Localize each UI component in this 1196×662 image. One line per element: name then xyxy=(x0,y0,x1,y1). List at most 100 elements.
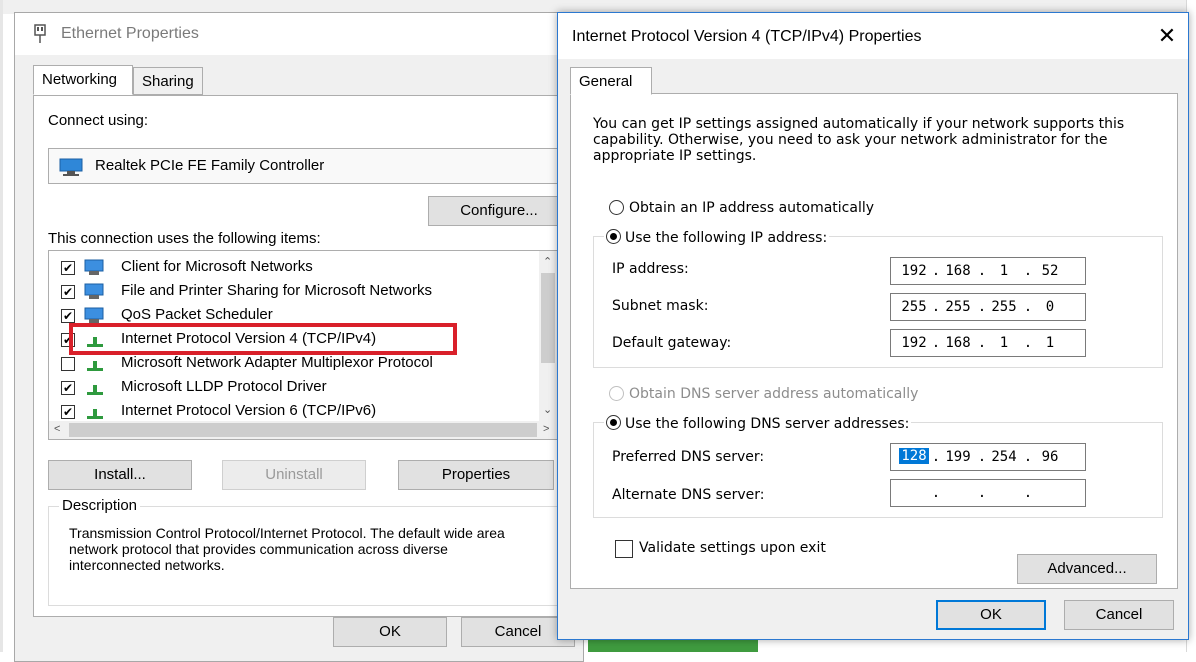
validate-checkbox[interactable] xyxy=(615,540,633,558)
network-client-icon xyxy=(84,259,104,275)
item-checkbox[interactable]: ✔ xyxy=(61,309,75,323)
ip-octet[interactable]: 1 xyxy=(987,263,1021,279)
cancel-button[interactable]: Cancel xyxy=(1064,600,1174,630)
protocol-icon xyxy=(87,385,103,395)
title-bar: Internet Protocol Version 4 (TCP/IPv4) P… xyxy=(558,13,1188,59)
ok-button[interactable]: OK xyxy=(333,617,447,647)
alternate-dns-field[interactable]: . . . xyxy=(890,479,1086,507)
horizontal-scrollbar[interactable]: < > xyxy=(49,421,557,439)
scroll-up-icon[interactable]: ⌃ xyxy=(543,255,552,268)
protocol-icon xyxy=(87,409,103,419)
item-label: Internet Protocol Version 6 (TCP/IPv6) xyxy=(121,402,377,419)
window-title: Internet Protocol Version 4 (TCP/IPv4) P… xyxy=(572,28,922,45)
octet-dot: . xyxy=(1023,485,1033,501)
close-icon[interactable]: ✕ xyxy=(1154,23,1180,49)
description-group: Description Transmission Control Protoco… xyxy=(48,497,558,606)
ethernet-plug-icon xyxy=(34,24,46,43)
window-title: Ethernet Properties xyxy=(61,25,199,42)
list-item[interactable]: ✔ File and Printer Sharing for Microsoft… xyxy=(61,281,531,303)
item-checkbox[interactable]: ✔ xyxy=(61,405,75,419)
obtain-dns-auto-radio[interactable] xyxy=(609,386,624,401)
ip-octet[interactable]: 52 xyxy=(1033,263,1067,279)
advanced-button[interactable]: Advanced... xyxy=(1017,554,1157,584)
list-item[interactable]: ✔ Microsoft LLDP Protocol Driver xyxy=(61,377,531,399)
octet-dot: . xyxy=(931,299,941,315)
dns-octet[interactable]: 96 xyxy=(1033,449,1067,465)
list-item[interactable]: ✔ Client for Microsoft Networks xyxy=(61,257,531,279)
preferred-dns-field[interactable]: 128. 199. 254. 96 xyxy=(890,443,1086,471)
obtain-ip-auto-radio[interactable] xyxy=(609,200,624,215)
vertical-scrollbar[interactable]: ⌃ ⌄ xyxy=(539,251,557,423)
octet-dot: . xyxy=(1023,263,1033,279)
scroll-down-icon[interactable]: ⌄ xyxy=(543,403,552,416)
install-button[interactable]: Install... xyxy=(48,460,192,490)
scrollbar-thumb[interactable] xyxy=(69,423,537,437)
subnet-octet[interactable]: 255 xyxy=(897,299,931,315)
obtain-dns-auto-label[interactable]: Obtain DNS server address automatically xyxy=(629,386,918,402)
file-sharing-icon xyxy=(84,283,104,299)
subnet-octet[interactable]: 255 xyxy=(941,299,975,315)
item-label: Client for Microsoft Networks xyxy=(121,258,313,275)
subnet-mask-field[interactable]: 255. 255. 255. 0 xyxy=(890,293,1086,321)
ip-address-field[interactable]: 192. 168. 1. 52 xyxy=(890,257,1086,285)
item-checkbox[interactable] xyxy=(61,357,75,371)
octet-dot: . xyxy=(931,263,941,279)
ip-octet[interactable]: 192 xyxy=(897,263,931,279)
networking-panel: Connect using: Realtek PCIe FE Family Co… xyxy=(33,95,577,617)
use-following-ip-legend: Use the following IP address: xyxy=(604,227,830,246)
gateway-octet[interactable]: 1 xyxy=(1033,335,1067,351)
list-item[interactable]: ✔ Internet Protocol Version 6 (TCP/IPv6) xyxy=(61,401,531,423)
ok-button[interactable]: OK xyxy=(936,600,1046,630)
octet-dot: . xyxy=(977,335,987,351)
scroll-left-icon[interactable]: < xyxy=(54,423,60,435)
octet-dot: . xyxy=(977,299,987,315)
use-following-ip-label[interactable]: Use the following IP address: xyxy=(625,230,827,246)
description-text: Transmission Control Protocol/Internet P… xyxy=(69,525,505,573)
use-following-dns-label[interactable]: Use the following DNS server addresses: xyxy=(625,416,909,432)
background-edge xyxy=(0,0,3,652)
configure-button[interactable]: Configure... xyxy=(428,196,570,226)
gateway-octet[interactable]: 168 xyxy=(941,335,975,351)
item-checkbox[interactable]: ✔ xyxy=(61,381,75,395)
title-bar: Ethernet Properties xyxy=(15,13,583,55)
scrollbar-thumb[interactable] xyxy=(541,273,555,363)
background-taskbar-fragment xyxy=(588,640,758,652)
obtain-ip-auto-label[interactable]: Obtain an IP address automatically xyxy=(629,200,874,216)
components-list[interactable]: ✔ Client for Microsoft Networks ✔ File a… xyxy=(48,250,558,440)
default-gateway-field[interactable]: 192. 168. 1. 1 xyxy=(890,329,1086,357)
subnet-octet[interactable]: 255 xyxy=(987,299,1021,315)
tab-general[interactable]: General xyxy=(570,67,652,95)
list-item[interactable]: Microsoft Network Adapter Multiplexor Pr… xyxy=(61,353,531,375)
general-panel: You can get IP settings assigned automat… xyxy=(570,93,1178,589)
item-checkbox[interactable]: ✔ xyxy=(61,285,75,299)
dns-octet[interactable]: 254 xyxy=(987,449,1021,465)
default-gateway-label: Default gateway: xyxy=(612,335,732,351)
octet-dot: . xyxy=(977,263,987,279)
scroll-right-icon[interactable]: > xyxy=(543,423,549,435)
gateway-octet[interactable]: 1 xyxy=(987,335,1021,351)
dns-group: Use the following DNS server addresses: … xyxy=(593,413,1163,518)
octet-dot: . xyxy=(931,449,941,465)
properties-button[interactable]: Properties xyxy=(398,460,554,490)
use-following-ip-radio[interactable] xyxy=(606,229,621,244)
octet-dot: . xyxy=(977,449,987,465)
items-label: This connection uses the following items… xyxy=(48,230,321,247)
octet-dot: . xyxy=(977,485,987,501)
subnet-octet[interactable]: 0 xyxy=(1033,299,1067,315)
tab-sharing[interactable]: Sharing xyxy=(133,67,203,95)
dns-octet-selected[interactable]: 128 xyxy=(899,448,929,464)
uninstall-button[interactable]: Uninstall xyxy=(222,460,366,490)
item-label: QoS Packet Scheduler xyxy=(121,306,273,323)
dns-octet[interactable]: 199 xyxy=(941,449,975,465)
use-following-dns-radio[interactable] xyxy=(606,415,621,430)
tab-networking[interactable]: Networking xyxy=(33,65,133,95)
annotation-highlight xyxy=(69,323,457,355)
validate-label[interactable]: Validate settings upon exit xyxy=(639,540,826,556)
gateway-octet[interactable]: 192 xyxy=(897,335,931,351)
use-following-dns-legend: Use the following DNS server addresses: xyxy=(604,413,912,432)
ip-octet[interactable]: 168 xyxy=(941,263,975,279)
item-label: File and Printer Sharing for Microsoft N… xyxy=(121,282,432,299)
item-label: Microsoft Network Adapter Multiplexor Pr… xyxy=(121,354,433,371)
item-checkbox[interactable]: ✔ xyxy=(61,261,75,275)
octet-dot: . xyxy=(931,485,941,501)
